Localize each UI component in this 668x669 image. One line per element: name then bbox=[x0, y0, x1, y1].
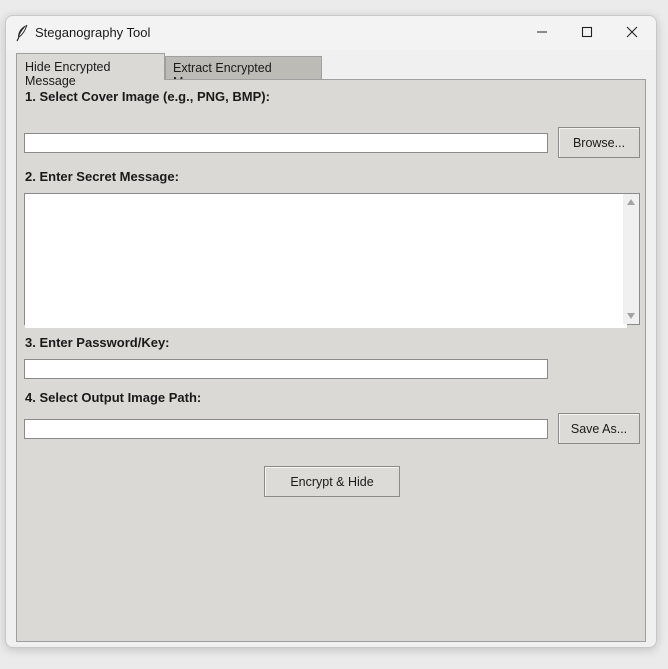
encrypt-hide-button[interactable]: Encrypt & Hide bbox=[264, 466, 400, 497]
browse-button[interactable]: Browse... bbox=[558, 127, 640, 158]
notebook: Hide Encrypted Message Extract Encrypted… bbox=[16, 53, 646, 642]
minimize-icon bbox=[537, 31, 547, 33]
message-scrollbar[interactable] bbox=[623, 194, 639, 324]
feather-icon bbox=[15, 24, 29, 42]
window-title: Steganography Tool bbox=[35, 25, 151, 40]
save-as-button[interactable]: Save As... bbox=[558, 413, 640, 444]
secret-message-text-area[interactable] bbox=[24, 193, 640, 328]
tab-extract-encrypted-message[interactable]: Extract Encrypted Message bbox=[165, 56, 322, 89]
cover-image-path-input[interactable] bbox=[24, 133, 548, 153]
minimize-button[interactable] bbox=[519, 16, 565, 48]
secret-message-label: 2. Enter Secret Message: bbox=[25, 169, 179, 184]
password-label: 3. Enter Password/Key: bbox=[25, 335, 170, 350]
hide-panel: 1. Select Cover Image (e.g., PNG, BMP): … bbox=[16, 79, 646, 642]
app-window: Steganography Tool Hide Encrypted Messag… bbox=[5, 15, 657, 648]
cover-image-label: 1. Select Cover Image (e.g., PNG, BMP): bbox=[25, 89, 270, 104]
tab-hide-encrypted-message[interactable]: Hide Encrypted Message bbox=[16, 53, 165, 88]
password-input[interactable] bbox=[24, 359, 548, 379]
close-icon bbox=[626, 26, 638, 38]
title-bar: Steganography Tool bbox=[6, 16, 656, 50]
output-path-label: 4. Select Output Image Path: bbox=[25, 390, 202, 405]
secret-message-input[interactable] bbox=[25, 194, 627, 328]
scroll-up-icon[interactable] bbox=[627, 199, 635, 205]
maximize-button[interactable] bbox=[564, 16, 610, 48]
close-button[interactable] bbox=[609, 16, 655, 48]
output-path-input[interactable] bbox=[24, 419, 548, 439]
maximize-icon bbox=[581, 26, 593, 38]
scroll-down-icon[interactable] bbox=[627, 313, 635, 319]
